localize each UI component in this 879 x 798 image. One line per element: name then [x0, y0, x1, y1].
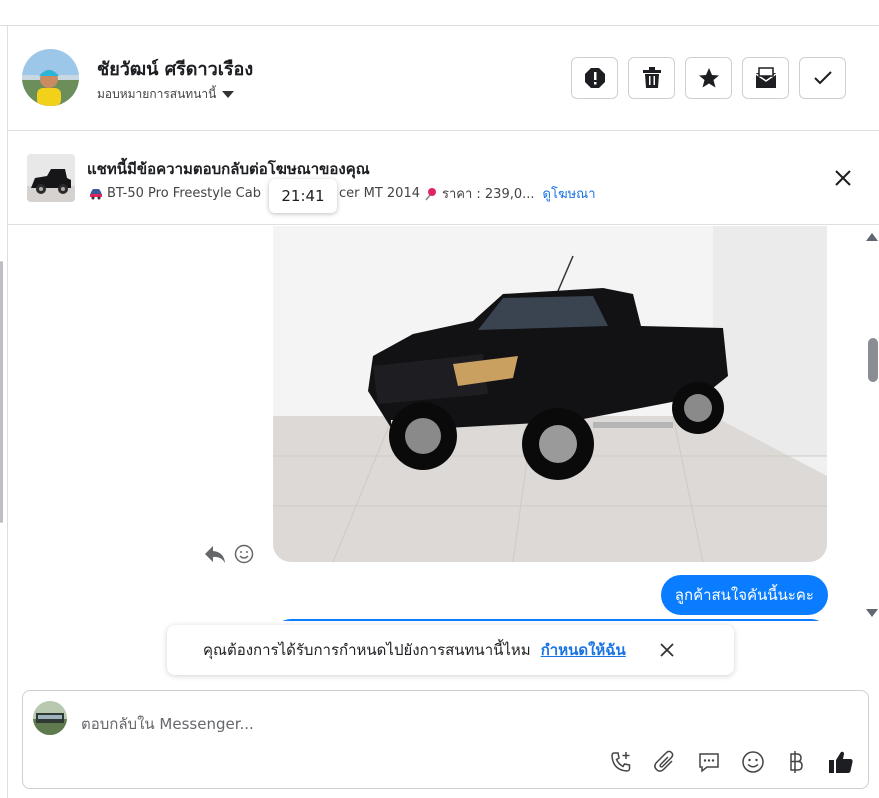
left-panel-edge [0, 26, 8, 798]
report-button[interactable] [571, 57, 618, 99]
contact-name: ชัยวัฒน์ ศรีดาวเรือง [97, 59, 254, 80]
messenger-inbox: ชัยวัฒน์ ศรีดาวเรือง มอบหมายการสนทนานี้ [0, 0, 879, 798]
contact-avatar[interactable] [22, 49, 79, 106]
emoji-icon [742, 751, 764, 773]
call-add-icon [611, 752, 631, 772]
reply-input[interactable]: ตอบกลับใน Messenger... [81, 712, 254, 736]
done-button[interactable] [799, 57, 846, 99]
page-avatar [33, 701, 67, 735]
mark-unread-icon [755, 67, 776, 88]
trash-icon [642, 67, 661, 88]
mark-unread-button[interactable] [742, 57, 789, 99]
conversation-header: ชัยวัฒน์ ศรีดาวเรือง มอบหมายการสนทนานี้ [8, 26, 879, 131]
ad-title: แชทนี้มีข้อความตอบกลับต่อโฆษณาของคุณ [87, 160, 370, 178]
car-icon [90, 188, 102, 199]
emoji-react-icon[interactable] [234, 544, 254, 564]
baht-icon [790, 751, 803, 773]
outgoing-message-partial[interactable] [273, 619, 829, 621]
payment-button[interactable] [784, 749, 810, 775]
conversation-actions [571, 57, 846, 99]
caret-down-icon [222, 91, 235, 98]
pin-icon [425, 187, 436, 200]
scroll-thumb[interactable] [868, 338, 878, 382]
emoji-button[interactable] [740, 749, 766, 775]
assign-label: มอบหมายการสนทนานี้ [97, 87, 217, 101]
assign-dropdown[interactable]: มอบหมายการสนทนานี้ [97, 85, 235, 104]
call-add-button[interactable] [608, 749, 634, 775]
report-icon [584, 68, 605, 88]
saved-reply-icon [699, 753, 719, 773]
message-image[interactable] [273, 226, 827, 562]
reply-icon[interactable] [204, 544, 226, 564]
message-tools [204, 544, 254, 564]
close-banner-icon[interactable] [658, 641, 676, 659]
message-thread: ลูกค้าสนใจคันนี้นะคะ [8, 226, 879, 621]
attach-button[interactable] [652, 749, 678, 775]
ad-thumbnail[interactable] [27, 154, 75, 202]
checkmark-icon [813, 71, 832, 85]
assign-banner: คุณต้องการได้รับการกำหนดไปยังการสนทนานี้… [167, 625, 734, 675]
outgoing-message[interactable]: ลูกค้าสนใจคันนี้นะคะ [660, 575, 828, 615]
delete-button[interactable] [628, 57, 675, 99]
thumbs-up-icon [829, 751, 853, 773]
composer-tools [608, 749, 854, 775]
close-ad-bar-button[interactable] [833, 168, 853, 188]
ad-product-line: BT-50 Pro Freestyle Cab cer MT 2014 ราคา… [89, 183, 596, 204]
like-button[interactable] [828, 749, 854, 775]
ad-product-part2: cer MT 2014 [338, 186, 420, 201]
star-button[interactable] [685, 57, 732, 99]
saved-reply-button[interactable] [696, 749, 722, 775]
close-icon [835, 170, 851, 186]
scroll-down-arrow-icon[interactable] [866, 609, 878, 617]
attachment-icon [654, 750, 674, 772]
ad-price: ราคา : 239,0... [441, 187, 535, 202]
star-icon [698, 68, 719, 88]
view-ad-link[interactable]: ดูโฆษณา [543, 183, 596, 204]
left-scrollbar[interactable] [0, 261, 3, 523]
assign-to-me-link[interactable]: กำหนดให้ฉัน [541, 638, 626, 662]
message-text: ลูกค้าสนใจคันนี้นะคะ [674, 586, 814, 604]
scroll-up-arrow-icon[interactable] [866, 233, 878, 241]
top-strip [0, 0, 879, 26]
chat-scrollbar[interactable] [865, 226, 879, 621]
assign-banner-text: คุณต้องการได้รับการกำหนดไปยังการสนทนานี้… [203, 641, 531, 659]
ad-product-part1: BT-50 Pro Freestyle Cab [107, 186, 261, 201]
timestamp-tooltip: 21:41 [269, 179, 337, 213]
message-composer: ตอบกลับใน Messenger... [22, 690, 869, 789]
ad-context-bar: แชทนี้มีข้อความตอบกลับต่อโฆษณาของคุณ BT-… [8, 131, 879, 225]
